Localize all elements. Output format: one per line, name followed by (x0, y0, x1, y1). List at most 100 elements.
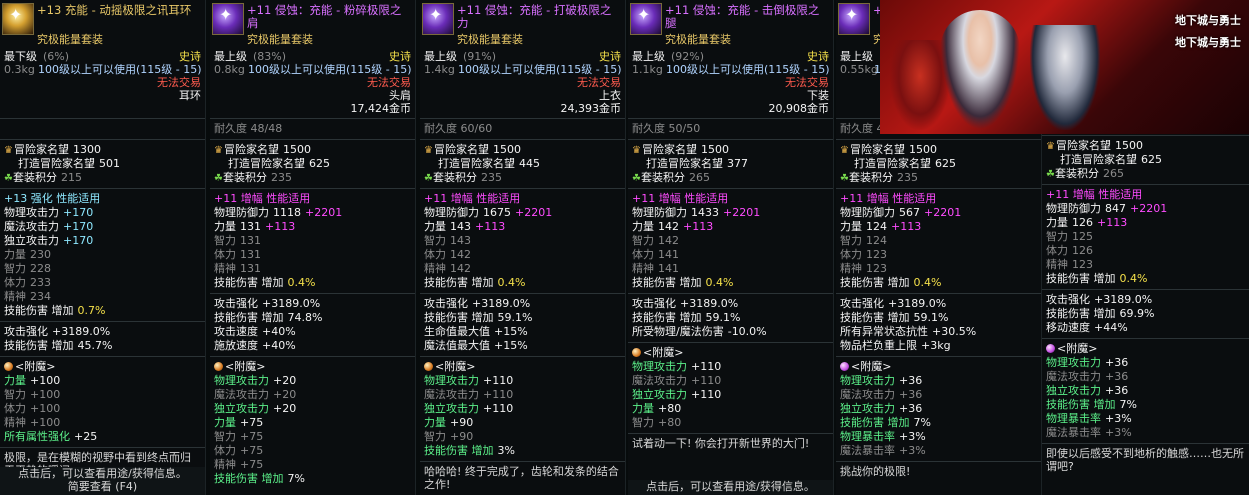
enchant-stat: 魔法攻击力 (840, 388, 895, 401)
amplify-bonus: +2201 (305, 206, 343, 219)
option-name: 技能伤害 增加 (632, 311, 702, 324)
enchant-value: +3% (1105, 412, 1132, 425)
banner-character-knight (1030, 25, 1100, 130)
set-points-value: 265 (1102, 167, 1124, 180)
item-tooltip-panel[interactable]: ✦ +11 侵蚀：充能 - 打破极限之力 究极能量套装 最上级 (91%) 史诗 1.4kg… (420, 0, 626, 495)
option-row: 技能伤害 增加 59.1% (836, 311, 1041, 325)
leaf-icon: ☘ (1046, 169, 1055, 180)
option-value: +15% (494, 339, 528, 352)
stat-row: 精神 142 (420, 262, 625, 276)
enchant-stat: 魔法暴击率 (840, 444, 895, 457)
enchant-value: +20 (273, 374, 297, 387)
stat-row: 力量 124 +113 (836, 220, 1041, 234)
slot-type: 耳环 (179, 89, 201, 102)
enchant-row: 独立攻击力 +36 (836, 402, 1041, 416)
divider (836, 356, 1041, 357)
price-row: 20,908金币 (628, 102, 833, 115)
sparkle-icon: ✦ (637, 5, 651, 24)
enchant-row: 技能伤害 增加 7% (1042, 398, 1249, 412)
fame-value: 1500 (283, 143, 311, 156)
stat-value: 1118 (273, 206, 301, 219)
fame-value: 1500 (909, 143, 937, 156)
trade-status: 无法交易 (367, 76, 411, 89)
enchant-row: 物理攻击力 +36 (836, 374, 1041, 388)
forge-fame-label: 打造冒险家名望 (854, 157, 931, 170)
stat-row: 力量 142 +113 (628, 220, 833, 234)
option-name: 攻击速度 (214, 325, 258, 338)
option-name: 技能伤害 增加 (4, 339, 74, 352)
stat-name: 精神 (1046, 258, 1068, 271)
forge-fame-value: 445 (519, 157, 540, 170)
info-hint: 点击后，可以查看用途/获得信息。 (646, 480, 815, 493)
set-name: 究极能量套装 (37, 33, 103, 46)
forge-fame-value: 625 (309, 157, 330, 170)
slot-row: 上衣 (420, 89, 625, 102)
set-name: 究极能量套装 (665, 33, 731, 46)
enchant-label: <附魔> (435, 360, 476, 373)
stat-name: 精神 (4, 290, 26, 303)
enchant-stat: 精神 (4, 416, 26, 429)
stat-value: 126 (1072, 216, 1093, 229)
stat-value: 142 (450, 262, 471, 275)
divider (1042, 443, 1249, 444)
amplify-note: +11 增幅 性能适用 (214, 192, 311, 205)
option-value: +30.5% (932, 325, 977, 338)
option-value: +3189.0% (472, 297, 531, 310)
fame-label: 冒险家名望 (224, 143, 279, 156)
divider (836, 188, 1041, 189)
divider (210, 293, 415, 294)
stat-name: 力量 (632, 220, 654, 233)
option-row: 攻击强化 +3189.0% (420, 297, 625, 311)
item-tooltip-panel[interactable]: ✦ +13 充能 - 动摇极限之讯耳环 究极能量套装 最下级 (6%) 史诗 0.3kg 10… (0, 0, 206, 495)
equipment-icon: ✦ (2, 3, 34, 35)
set-points-row: ☘套装积分 265 (1042, 167, 1249, 181)
enchant-row: 智力 +75 (210, 430, 415, 444)
enchant-value: 3% (497, 444, 515, 457)
forge-fame-label: 打造冒险家名望 (228, 157, 305, 170)
enchant-row: 物理攻击力 +110 (420, 374, 625, 388)
trade-row: 无法交易 (0, 76, 205, 89)
stat-name: 物理防御力 (214, 206, 269, 219)
fame-row: ♛冒险家名望 1500 (210, 143, 415, 157)
sparkle-icon: ✦ (9, 5, 23, 24)
option-name: 攻击强化 (632, 297, 676, 310)
set-points-value: 265 (688, 171, 710, 184)
enchant-value: +110 (483, 374, 514, 387)
option-value: 45.7% (77, 339, 113, 352)
option-value: 59.1% (497, 311, 533, 324)
leaf-icon: ☘ (4, 173, 13, 184)
stat-row: 物理攻击力 +170 (0, 206, 205, 220)
option-row: 攻击强化 +3189.0% (1042, 293, 1249, 307)
divider (0, 188, 205, 189)
quick-view-hint[interactable]: 简要查看 (F4) (0, 480, 205, 493)
skill-bonus-value: 0.4% (705, 276, 734, 289)
enchant-stat: 精神 (214, 458, 236, 471)
item-tooltip-panel[interactable]: ✦ +11 侵蚀：充能 - 击倒极限之腿 究极能量套装 最上级 (92%) 史诗 1.1kg… (628, 0, 834, 495)
item-name: +13 充能 - 动摇极限之讯耳环 (37, 3, 192, 17)
stat-value: 123 (866, 248, 887, 261)
enchant-value: +3% (899, 430, 926, 443)
option-name: 所有异常状态抗性 (840, 325, 928, 338)
stat-name: 魔法攻击力 (4, 220, 59, 233)
grade-row: 最上级 (92%) 史诗 (628, 50, 833, 63)
skill-bonus-row: 技能伤害 增加 0.4% (836, 276, 1041, 290)
amplify-bonus: +2201 (924, 206, 962, 219)
stat-value: 230 (30, 248, 51, 261)
divider (628, 293, 833, 294)
enchant-stat: 技能伤害 增加 (840, 416, 910, 429)
rarity-label: 史诗 (389, 50, 411, 63)
enchant-value: +75 (240, 444, 264, 457)
enchant-value: +36 (1105, 384, 1129, 397)
divider (0, 356, 205, 357)
forge-fame-row: 打造冒险家名望 625 (1042, 153, 1249, 167)
promo-banner[interactable]: 地下城与勇士 地下城与勇士 (880, 0, 1249, 134)
divider (0, 118, 205, 119)
item-tooltip-panel[interactable]: ✦ +11 侵蚀：充能 - 粉碎极限之肩 究极能量套装 最上级 (83%) 史诗 0.8kg… (210, 0, 416, 495)
enchant-stat: 技能伤害 增加 (214, 472, 284, 485)
option-value: 74.8% (287, 311, 323, 324)
enchant-value: +75 (240, 430, 264, 443)
stat-row: 物理防御力 1675 +2201 (420, 206, 625, 220)
stat-name: 物理防御力 (1046, 202, 1101, 215)
enchant-row: 精神 +100 (0, 416, 205, 430)
option-name: 所受物理/魔法伤害 (632, 325, 724, 338)
